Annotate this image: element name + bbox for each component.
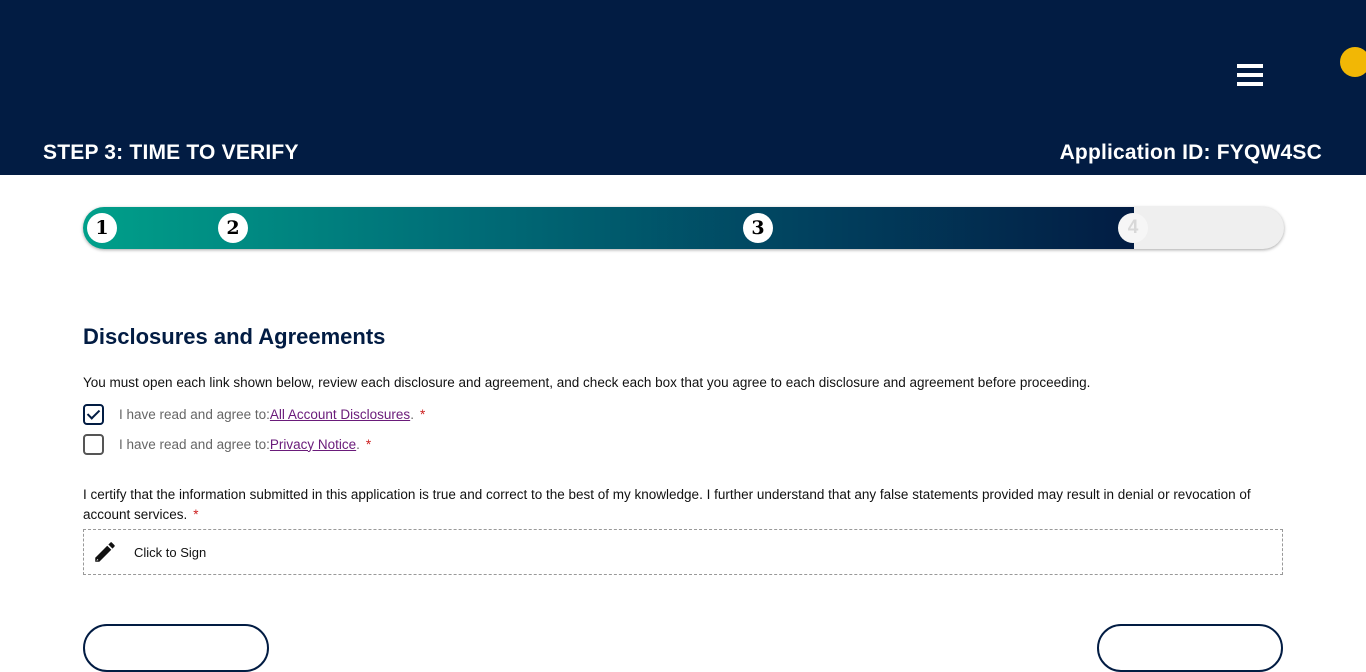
step-title: STEP 3: TIME TO VERIFY: [43, 141, 299, 164]
privacy-notice-link[interactable]: Privacy Notice: [270, 437, 356, 452]
certification-text: I certify that the information submitted…: [83, 485, 1283, 525]
required-asterisk: *: [193, 507, 199, 522]
click-to-sign-label: Click to Sign: [134, 544, 207, 560]
application-id: Application ID: FYQW4SC: [1059, 141, 1322, 164]
signature-box[interactable]: Click to Sign: [83, 529, 1283, 575]
next-button[interactable]: [1097, 624, 1283, 672]
back-button[interactable]: [83, 624, 269, 672]
progress-step-1: 1: [87, 213, 117, 243]
progress-step-2: 2: [218, 213, 248, 243]
agree-privacy-checkbox[interactable]: [83, 433, 104, 455]
agreement-row-disclosures: I have read and agree to: All Account Di…: [83, 403, 425, 425]
agreement-suffix: .: [356, 436, 360, 452]
disclosures-intro: You must open each link shown below, rev…: [83, 375, 1091, 390]
agreement-row-privacy: I have read and agree to: Privacy Notice…: [83, 433, 371, 455]
required-asterisk: *: [365, 436, 372, 452]
agreement-suffix: .: [410, 406, 414, 422]
agreement-prefix: I have read and agree to:: [119, 436, 270, 452]
section-title: Disclosures and Agreements: [83, 324, 386, 349]
page-header: STEP 3: TIME TO VERIFY Application ID: F…: [0, 0, 1366, 175]
progress-step-4: 4: [1118, 213, 1148, 243]
progress-step-3: 3: [743, 213, 773, 243]
progress-bar: 1 2 3 4: [83, 207, 1284, 249]
hamburger-menu-icon[interactable]: [1237, 64, 1263, 86]
certification-statement: I certify that the information submitted…: [83, 487, 1251, 522]
pencil-icon: [95, 542, 115, 562]
all-account-disclosures-link[interactable]: All Account Disclosures: [270, 407, 410, 422]
agree-disclosures-checkbox[interactable]: [83, 403, 104, 425]
agreement-prefix: I have read and agree to:: [119, 406, 270, 422]
required-asterisk: *: [419, 406, 426, 422]
help-badge[interactable]: [1340, 47, 1366, 77]
